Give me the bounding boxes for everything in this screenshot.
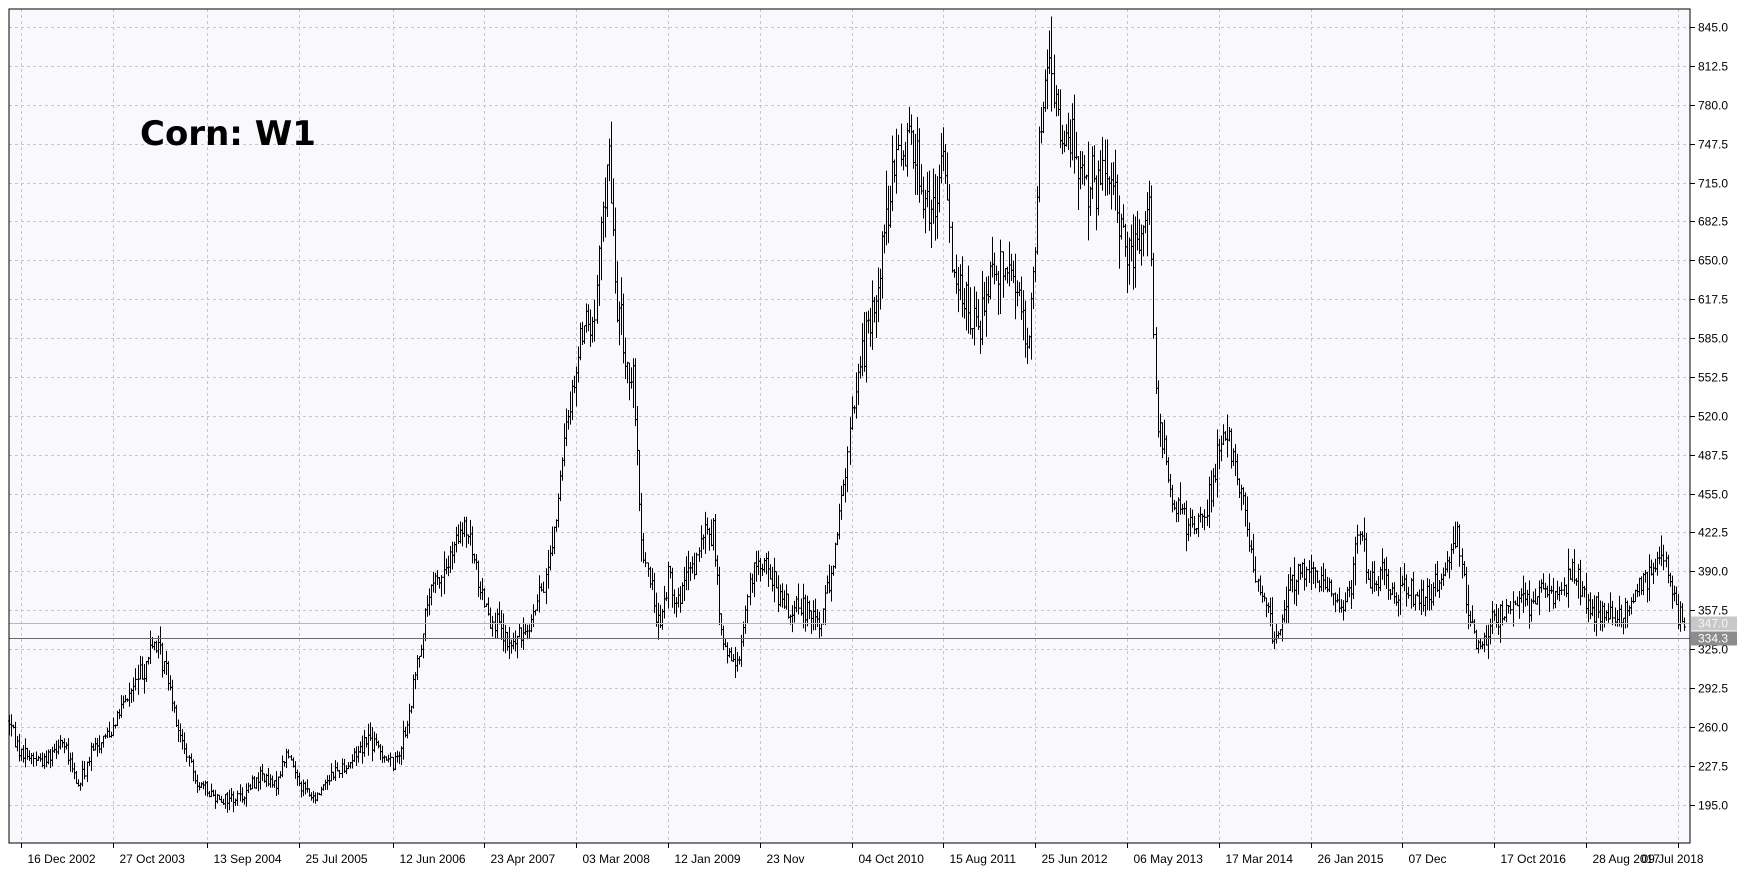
y-tick-label: 780.0 — [1698, 99, 1728, 113]
y-tick-label: 715.0 — [1698, 177, 1728, 191]
y-tick-label: 227.5 — [1698, 760, 1728, 774]
chart-title: Corn: W1 — [140, 114, 316, 154]
x-tick-label: 23 Apr 2007 — [491, 852, 556, 866]
time-axis: 16 Dec 2002 27 Oct 2003 13 Sep 2004 25 Jul … — [21, 843, 1704, 866]
x-tick-label: 25 Jun 2012 — [1042, 852, 1108, 866]
chart-container: 195.0 227.5 260.0 292.5 325.0 357.5 390.0 422.5… — [0, 0, 1746, 872]
price-tags: 347.0334.3 — [1691, 616, 1737, 646]
x-tick-label: 12 Jan 2009 — [675, 852, 741, 866]
price-tag-label: 334.3 — [1698, 632, 1728, 646]
y-tick-label: 585.0 — [1698, 332, 1728, 346]
price-tag-label: 347.0 — [1698, 617, 1728, 631]
x-tick-label: 17 Oct 2016 — [1501, 852, 1567, 866]
x-tick-label: 23 Nov — [767, 852, 805, 866]
y-tick-label: 487.5 — [1698, 449, 1728, 463]
y-tick-label: 682.5 — [1698, 215, 1728, 229]
y-tick-label: 845.0 — [1698, 21, 1728, 35]
x-tick-label: 03 Mar 2008 — [583, 852, 651, 866]
x-tick-label: 04 Oct 2010 — [859, 852, 925, 866]
y-tick-label: 650.0 — [1698, 254, 1728, 268]
x-tick-label: 16 Dec 2002 — [28, 852, 96, 866]
y-tick-label: 812.5 — [1698, 60, 1728, 74]
y-tick-label: 455.0 — [1698, 488, 1728, 502]
y-tick-label: 422.5 — [1698, 526, 1728, 540]
x-tick-label: 12 Jun 2006 — [400, 852, 466, 866]
x-tick-label: 07 Dec — [1409, 852, 1447, 866]
y-tick-label: 520.0 — [1698, 410, 1728, 424]
y-tick-label: 195.0 — [1698, 799, 1728, 813]
x-tick-label: 13 Sep 2004 — [214, 852, 282, 866]
x-tick-label: 25 Jul 2005 — [306, 852, 368, 866]
y-tick-label: 357.5 — [1698, 604, 1728, 618]
y-tick-label: 390.0 — [1698, 565, 1728, 579]
x-tick-label: 27 Oct 2003 — [120, 852, 186, 866]
price-axis: 195.0227.5260.0292.5325.0357.5390.0422.5… — [1690, 21, 1728, 813]
x-tick-label: 06 May 2013 — [1134, 852, 1204, 866]
x-tick-label: 15 Aug 2011 — [950, 852, 1017, 866]
y-tick-label: 292.5 — [1698, 682, 1728, 696]
y-tick-label: 552.5 — [1698, 371, 1728, 385]
price-chart: 195.0227.5260.0292.5325.0357.5390.0422.5… — [8, 8, 1737, 866]
y-tick-label: 260.0 — [1698, 721, 1728, 735]
x-tick-label: 17 Mar 2014 — [1226, 852, 1294, 866]
x-tick-label: 09 Jul 2018 — [1641, 852, 1703, 866]
y-tick-label: 747.5 — [1698, 138, 1728, 152]
y-tick-label: 617.5 — [1698, 293, 1728, 307]
x-tick-label: 26 Jan 2015 — [1318, 852, 1384, 866]
